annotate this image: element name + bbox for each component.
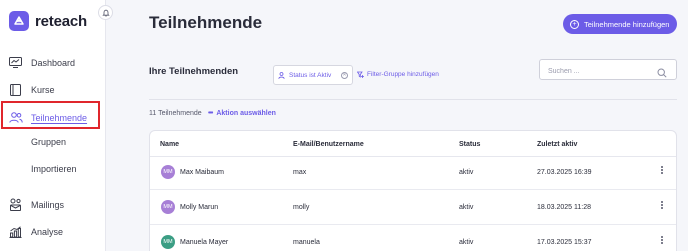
filter-plus-icon xyxy=(357,71,364,78)
avatar: MM xyxy=(161,235,175,249)
plus-circle-icon: + xyxy=(570,19,579,29)
remove-filter-icon[interactable]: ✕ xyxy=(341,71,348,79)
brand-name: reteach xyxy=(35,12,87,30)
row-menu-icon[interactable] xyxy=(660,166,664,176)
participant-status: aktiv xyxy=(459,204,474,211)
participant-last-active: 18.03.2025 11:28 xyxy=(537,204,591,211)
search-icon[interactable] xyxy=(657,65,667,83)
participant-email: manuela xyxy=(293,239,320,246)
participant-name[interactable]: Manuela Mayer xyxy=(180,239,228,246)
participant-last-active: 27.03.2025 16:39 xyxy=(537,169,592,176)
select-action-label: Aktion auswählen xyxy=(216,110,276,117)
participants-table: Name E-Mail/Benutzername Status Zuletzt … xyxy=(149,130,677,251)
book-icon xyxy=(8,82,23,97)
divider xyxy=(149,99,677,100)
avatar: MM xyxy=(161,165,175,179)
sidebar-item-label: Mailings xyxy=(31,199,65,210)
sidebar-item-teilnehmende[interactable]: Teilnehmende xyxy=(8,110,87,125)
sidebar-item-label: Teilnehmende xyxy=(31,112,88,123)
users-icon xyxy=(8,110,23,125)
brand[interactable]: reteach xyxy=(9,11,87,31)
sidebar-item-dashboard[interactable]: Dashboard xyxy=(8,55,75,70)
participant-name[interactable]: Molly Marun xyxy=(180,204,218,211)
add-filter-group-link[interactable]: Filter-Gruppe hinzufügen xyxy=(357,71,439,78)
select-action-button[interactable]: ••• Aktion auswählen xyxy=(208,110,276,117)
sidebar-item-importieren[interactable]: Importieren xyxy=(31,164,77,174)
section-title: Ihre Teilnehmenden xyxy=(149,66,239,77)
notification-bell-icon[interactable] xyxy=(98,5,113,20)
participant-last-active: 17.03.2025 15:37 xyxy=(537,239,592,246)
participant-name[interactable]: Max Maibaum xyxy=(180,169,224,176)
more-horizontal-icon: ••• xyxy=(208,110,213,117)
sidebar-item-label: Kurse xyxy=(31,84,55,95)
mailings-icon xyxy=(8,197,23,212)
sidebar: reteach Dashboard Kurse Teilnehmende Gru… xyxy=(0,0,106,251)
filter-chip-label: Status ist Aktiv xyxy=(289,71,332,79)
person-icon xyxy=(278,71,285,79)
sidebar-item-gruppen[interactable]: Gruppen xyxy=(31,137,66,147)
column-header-email[interactable]: E-Mail/Benutzername xyxy=(293,141,364,148)
sidebar-item-mailings[interactable]: Mailings xyxy=(8,197,64,212)
sidebar-item-kurse[interactable]: Kurse xyxy=(8,82,55,97)
dashboard-icon xyxy=(8,55,23,70)
add-participants-label: Teilnehmende hinzufügen xyxy=(584,19,670,29)
row-menu-icon[interactable] xyxy=(660,201,664,211)
participant-email: molly xyxy=(293,204,310,211)
column-header-status[interactable]: Status xyxy=(459,141,480,148)
page-title: Teilnehmende xyxy=(149,13,263,32)
column-header-last-active[interactable]: Zuletzt aktiv xyxy=(537,141,577,148)
row-menu-icon[interactable] xyxy=(660,236,664,246)
status-filter-chip[interactable]: Status ist Aktiv ✕ xyxy=(273,65,353,85)
table-row[interactable]: MM Manuela Mayer manuela aktiv 17.03.202… xyxy=(150,225,676,251)
search-input[interactable] xyxy=(540,62,650,81)
participant-status: aktiv xyxy=(459,169,474,176)
table-row[interactable]: MM Molly Marun molly aktiv 18.03.2025 11… xyxy=(150,190,676,225)
add-participants-button[interactable]: + Teilnehmende hinzufügen xyxy=(563,14,677,34)
column-header-name[interactable]: Name xyxy=(160,141,179,148)
reteach-logo-icon xyxy=(9,11,29,31)
table-header: Name E-Mail/Benutzername Status Zuletzt … xyxy=(150,131,676,157)
sidebar-item-analyse[interactable]: Analyse xyxy=(8,224,63,239)
participant-count: 11 Teilnehmende xyxy=(149,110,202,117)
add-filter-group-label: Filter-Gruppe hinzufügen xyxy=(367,71,439,78)
analytics-icon xyxy=(8,224,23,239)
participant-status: aktiv xyxy=(459,239,474,246)
participant-email: max xyxy=(293,169,307,176)
table-row[interactable]: MM Max Maibaum max aktiv 27.03.2025 16:3… xyxy=(150,155,676,190)
sidebar-item-label: Dashboard xyxy=(31,57,76,68)
search-box xyxy=(539,59,677,83)
avatar: MM xyxy=(161,200,175,214)
sidebar-item-label: Analyse xyxy=(31,226,64,237)
